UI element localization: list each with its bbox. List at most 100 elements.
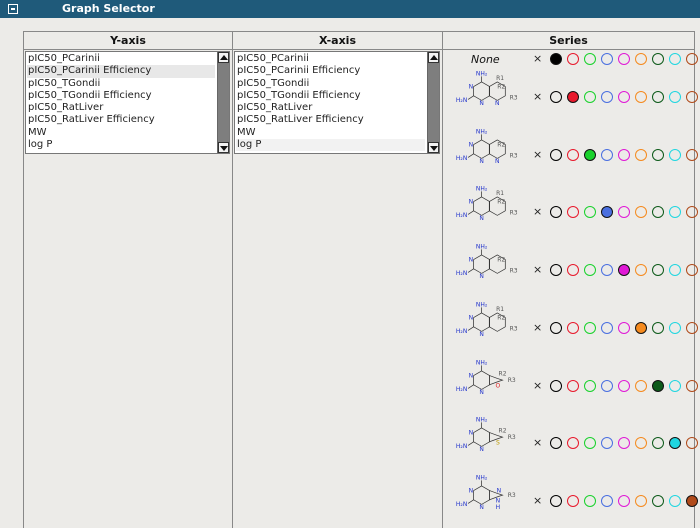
series-color-radio[interactable] <box>567 437 579 450</box>
series-color-radio[interactable] <box>669 148 681 161</box>
x-list-item[interactable]: pIC50_RatLiver Efficiency <box>236 114 425 126</box>
series-color-radio[interactable] <box>584 53 596 65</box>
series-color-radio[interactable] <box>584 206 596 219</box>
series-color-radio[interactable] <box>669 437 681 450</box>
series-color-radio[interactable] <box>618 379 630 392</box>
series-color-radio[interactable] <box>584 379 596 392</box>
clear-series-icon[interactable]: × <box>533 205 542 218</box>
series-color-radio[interactable] <box>601 206 613 219</box>
x-list-item[interactable]: pIC50_PCarinii <box>236 53 425 65</box>
series-color-radio[interactable] <box>618 321 630 334</box>
series-color-radio[interactable] <box>567 148 579 161</box>
x-list-item[interactable]: pIC50_TGondii <box>236 78 425 90</box>
series-color-radio[interactable] <box>652 379 664 392</box>
series-color-radio[interactable] <box>635 437 647 450</box>
series-color-radio[interactable] <box>550 206 562 219</box>
y-list-item[interactable]: log P <box>27 139 215 151</box>
series-color-radio[interactable] <box>669 53 681 65</box>
clear-series-icon[interactable]: × <box>533 263 542 276</box>
series-color-radio[interactable] <box>601 321 613 334</box>
series-color-radio[interactable] <box>652 437 664 450</box>
series-color-radio[interactable] <box>618 91 630 103</box>
y-axis-scrollbar[interactable] <box>217 52 229 153</box>
scroll-up-icon[interactable] <box>428 52 439 63</box>
clear-series-icon[interactable]: × <box>533 494 542 507</box>
series-color-radio[interactable] <box>567 321 579 334</box>
y-list-item[interactable]: pIC50_RatLiver Efficiency <box>27 114 215 126</box>
x-list-item[interactable]: log P <box>236 139 425 152</box>
clear-series-icon[interactable]: × <box>533 148 542 161</box>
series-color-radio[interactable] <box>584 148 596 161</box>
series-color-radio[interactable] <box>601 437 613 450</box>
x-list-item[interactable]: pIC50_PCarinii Efficiency <box>236 65 425 77</box>
series-color-radio[interactable] <box>686 437 698 450</box>
clear-series-icon[interactable]: × <box>533 52 542 65</box>
series-color-radio[interactable] <box>669 91 681 103</box>
scroll-up-icon[interactable] <box>218 52 229 63</box>
series-color-radio[interactable] <box>567 494 579 507</box>
series-color-radio[interactable] <box>567 264 579 277</box>
series-color-radio[interactable] <box>550 321 562 334</box>
series-color-radio[interactable] <box>635 206 647 219</box>
series-color-radio[interactable] <box>618 494 630 507</box>
series-color-radio[interactable] <box>635 494 647 507</box>
series-color-radio[interactable] <box>550 91 562 103</box>
series-color-radio[interactable] <box>618 437 630 450</box>
series-color-radio[interactable] <box>584 91 596 103</box>
series-color-radio[interactable] <box>567 379 579 392</box>
series-color-radio[interactable] <box>567 206 579 219</box>
clear-series-icon[interactable]: × <box>533 379 542 392</box>
collapse-icon[interactable] <box>8 4 18 14</box>
series-color-radio[interactable] <box>686 321 698 334</box>
scroll-down-icon[interactable] <box>218 142 229 153</box>
y-list-item[interactable]: pIC50_PCarinii Efficiency <box>27 65 215 78</box>
series-color-radio[interactable] <box>652 206 664 219</box>
series-color-radio[interactable] <box>601 494 613 507</box>
series-color-radio[interactable] <box>652 91 664 103</box>
series-color-radio[interactable] <box>635 53 647 65</box>
series-color-radio[interactable] <box>550 264 562 277</box>
series-color-radio[interactable] <box>686 91 698 103</box>
series-color-radio[interactable] <box>618 53 630 65</box>
series-color-radio[interactable] <box>584 264 596 277</box>
series-color-radio[interactable] <box>652 53 664 65</box>
scroll-down-icon[interactable] <box>428 142 439 153</box>
y-list-item[interactable]: pIC50_PCarinii <box>27 53 215 65</box>
series-color-radio[interactable] <box>652 148 664 161</box>
series-color-radio[interactable] <box>584 321 596 334</box>
series-color-radio[interactable] <box>584 494 596 507</box>
series-color-radio[interactable] <box>686 264 698 277</box>
series-color-radio[interactable] <box>601 264 613 277</box>
series-color-radio[interactable] <box>635 264 647 277</box>
series-color-radio[interactable] <box>686 379 698 392</box>
series-color-radio[interactable] <box>635 91 647 103</box>
series-color-radio[interactable] <box>550 379 562 392</box>
series-color-radio[interactable] <box>669 264 681 277</box>
series-color-radio[interactable] <box>686 148 698 161</box>
series-color-radio[interactable] <box>550 437 562 450</box>
series-color-radio[interactable] <box>550 494 562 507</box>
series-color-radio[interactable] <box>652 494 664 507</box>
clear-series-icon[interactable]: × <box>533 321 542 334</box>
x-axis-scrollbar[interactable] <box>427 52 439 153</box>
series-color-radio[interactable] <box>686 494 698 507</box>
y-list-item[interactable]: pIC50_TGondii Efficiency <box>27 90 215 102</box>
series-color-radio[interactable] <box>669 206 681 219</box>
series-color-radio[interactable] <box>635 148 647 161</box>
clear-series-icon[interactable]: × <box>533 90 542 103</box>
series-color-radio[interactable] <box>618 148 630 161</box>
y-axis-listbox[interactable]: pIC50_PCarinii pIC50_PCarinii Efficiency p… <box>25 51 230 154</box>
x-list-item[interactable]: pIC50_RatLiver <box>236 102 425 114</box>
y-list-item[interactable]: MW <box>27 127 215 139</box>
y-list-item[interactable]: pIC50_RatLiver <box>27 102 215 114</box>
series-color-radio[interactable] <box>567 91 579 103</box>
series-color-radio[interactable] <box>601 379 613 392</box>
series-color-radio[interactable] <box>601 148 613 161</box>
series-color-radio[interactable] <box>652 321 664 334</box>
series-color-radio[interactable] <box>669 321 681 334</box>
series-color-radio[interactable] <box>567 53 579 65</box>
clear-series-icon[interactable]: × <box>533 436 542 449</box>
x-list-item[interactable]: pIC50_TGondii Efficiency <box>236 90 425 102</box>
x-axis-listbox[interactable]: pIC50_PCarinii pIC50_PCarinii Efficiency p… <box>234 51 440 154</box>
y-list-item[interactable]: pIC50_TGondii <box>27 78 215 90</box>
